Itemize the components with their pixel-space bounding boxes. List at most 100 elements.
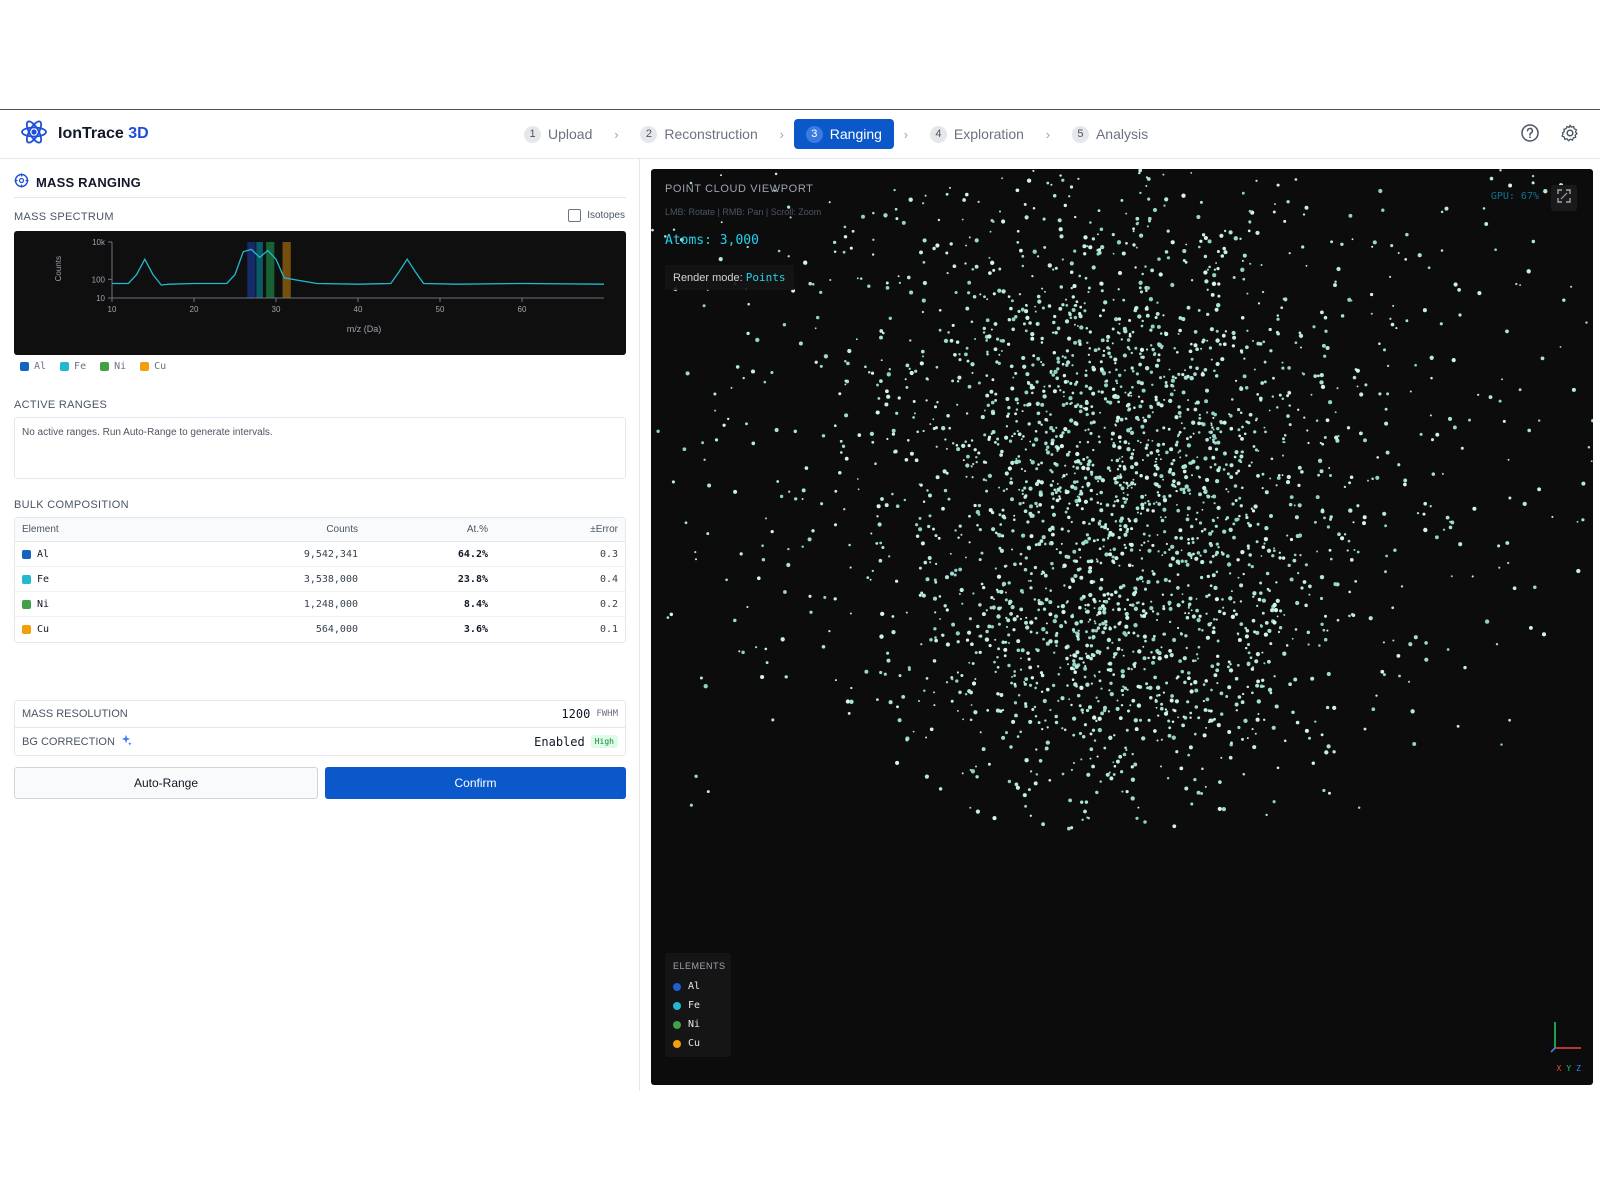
atom-point	[1050, 183, 1053, 186]
atom-point	[1274, 203, 1276, 206]
step-reconstruction[interactable]: 2 Reconstruction	[628, 119, 769, 149]
atom-point	[1036, 356, 1041, 361]
atom-point	[935, 475, 940, 480]
atom-point	[1216, 468, 1221, 473]
atom-point	[1127, 631, 1131, 635]
legend-element-fe[interactable]: Fe	[673, 996, 723, 1015]
atom-point	[1138, 575, 1144, 581]
atom-point	[1276, 314, 1279, 317]
atom-point	[1287, 366, 1291, 370]
legend-element-ni[interactable]: Ni	[673, 1015, 723, 1034]
render-mode-indicator[interactable]: Render mode: Points	[665, 265, 794, 290]
atom-point	[1239, 237, 1242, 240]
viewport-controls-hint: LMB: Rotate | RMB: Pan | Scroll: Zoom	[665, 207, 822, 217]
atom-point	[1280, 306, 1284, 310]
table-row[interactable]: Al 9,542,341 64.2% 0.3	[15, 542, 625, 567]
legend-element-al[interactable]: Al	[673, 977, 723, 996]
atom-point	[1104, 623, 1108, 627]
step-exploration[interactable]: 4 Exploration	[918, 119, 1036, 149]
atom-point	[1167, 733, 1172, 738]
table-row[interactable]: Cu 564,000 3.6% 0.1	[15, 617, 625, 642]
col-element[interactable]: Element	[15, 518, 175, 542]
col-at-percent[interactable]: At.%	[365, 518, 495, 542]
atom-point	[1122, 491, 1125, 494]
atom-point	[1043, 542, 1047, 546]
atom-point	[1157, 656, 1162, 661]
atom-point	[1162, 498, 1168, 503]
col-error[interactable]: ±Error	[495, 518, 625, 542]
atom-point	[1024, 677, 1029, 681]
fullscreen-button[interactable]	[1551, 185, 1577, 211]
atom-point	[1140, 399, 1144, 404]
atom-point	[1013, 670, 1017, 673]
atom-point	[883, 672, 887, 676]
col-counts[interactable]: Counts	[175, 518, 365, 542]
atom-point	[1176, 573, 1180, 576]
atom-point	[1075, 503, 1079, 507]
isotopes-toggle[interactable]: Isotopes	[568, 209, 625, 222]
atom-point	[938, 595, 942, 598]
step-analysis[interactable]: 5 Analysis	[1060, 119, 1160, 149]
atom-point	[1145, 289, 1148, 293]
atom-point	[995, 337, 1000, 341]
atom-point	[1008, 642, 1010, 644]
atom-point	[694, 551, 697, 554]
atom-point	[954, 529, 957, 532]
atom-point	[1267, 628, 1272, 633]
table-row[interactable]: Ni 1,248,000 8.4% 0.2	[15, 592, 625, 617]
atom-point	[1140, 506, 1145, 510]
atom-point	[1200, 529, 1204, 533]
auto-range-button[interactable]: Auto-Range	[14, 767, 318, 799]
atom-point	[1247, 521, 1250, 525]
atom-point	[1071, 716, 1077, 721]
gear-icon[interactable]	[1560, 123, 1580, 143]
atom-point	[1392, 639, 1395, 642]
atom-point	[888, 368, 891, 371]
legend-element-cu[interactable]: Cu	[673, 1034, 723, 1053]
atom-point	[1300, 586, 1304, 590]
isotopes-checkbox[interactable]	[568, 209, 582, 222]
atom-point	[1163, 530, 1167, 534]
step-upload[interactable]: 1 Upload	[512, 119, 604, 149]
table-row[interactable]: Fe 3,538,000 23.8% 0.4	[15, 567, 625, 592]
point-cloud-viewport[interactable]: POINT CLOUD VIEWPORT LMB: Rotate | RMB: …	[651, 169, 1593, 1085]
mass-spectrum-chart[interactable]: 10k 100 10 10 20 30 40 50 60 Counts m/z (Da)	[14, 231, 626, 355]
atom-point	[1184, 369, 1186, 372]
atom-point	[982, 326, 986, 331]
atom-point	[1531, 174, 1535, 178]
atom-point	[808, 594, 812, 598]
atom-point	[1269, 642, 1273, 646]
atom-point	[1020, 648, 1025, 653]
atom-point	[765, 661, 769, 665]
atom-point	[1116, 382, 1119, 385]
atom-point	[1039, 671, 1044, 675]
atom-point	[1217, 806, 1222, 811]
step-ranging[interactable]: 3 Ranging	[793, 119, 894, 149]
atom-point	[1099, 508, 1104, 513]
atom-point	[1110, 438, 1113, 441]
atom-point	[776, 480, 780, 483]
bg-correction-value[interactable]: Enabled High	[534, 735, 618, 749]
mass-resolution-value[interactable]: 1200 FWHM	[561, 707, 618, 721]
atom-point	[1239, 600, 1243, 603]
atom-point	[1016, 402, 1019, 405]
atom-point	[1324, 750, 1329, 755]
atom-point	[990, 625, 994, 629]
brand[interactable]: IonTrace 3D	[20, 119, 149, 148]
atom-point	[1108, 689, 1111, 692]
atom-point	[1216, 249, 1220, 254]
atom-point	[1051, 512, 1057, 517]
atom-point	[1124, 546, 1128, 550]
atom-point	[1074, 664, 1079, 669]
point-cloud-canvas[interactable]	[651, 169, 1593, 1085]
atom-point	[1551, 515, 1554, 518]
atom-point	[1088, 592, 1093, 598]
atom-point	[1092, 597, 1096, 602]
ranging-panel: MASS RANGING MASS SPECTRUM Isotopes 10k 1…	[0, 159, 640, 1091]
atom-point	[1322, 628, 1326, 632]
atom-point	[720, 221, 723, 224]
confirm-button[interactable]: Confirm	[325, 767, 626, 799]
help-icon[interactable]	[1520, 123, 1540, 143]
atom-point	[1052, 351, 1056, 355]
atom-point	[1068, 798, 1072, 803]
